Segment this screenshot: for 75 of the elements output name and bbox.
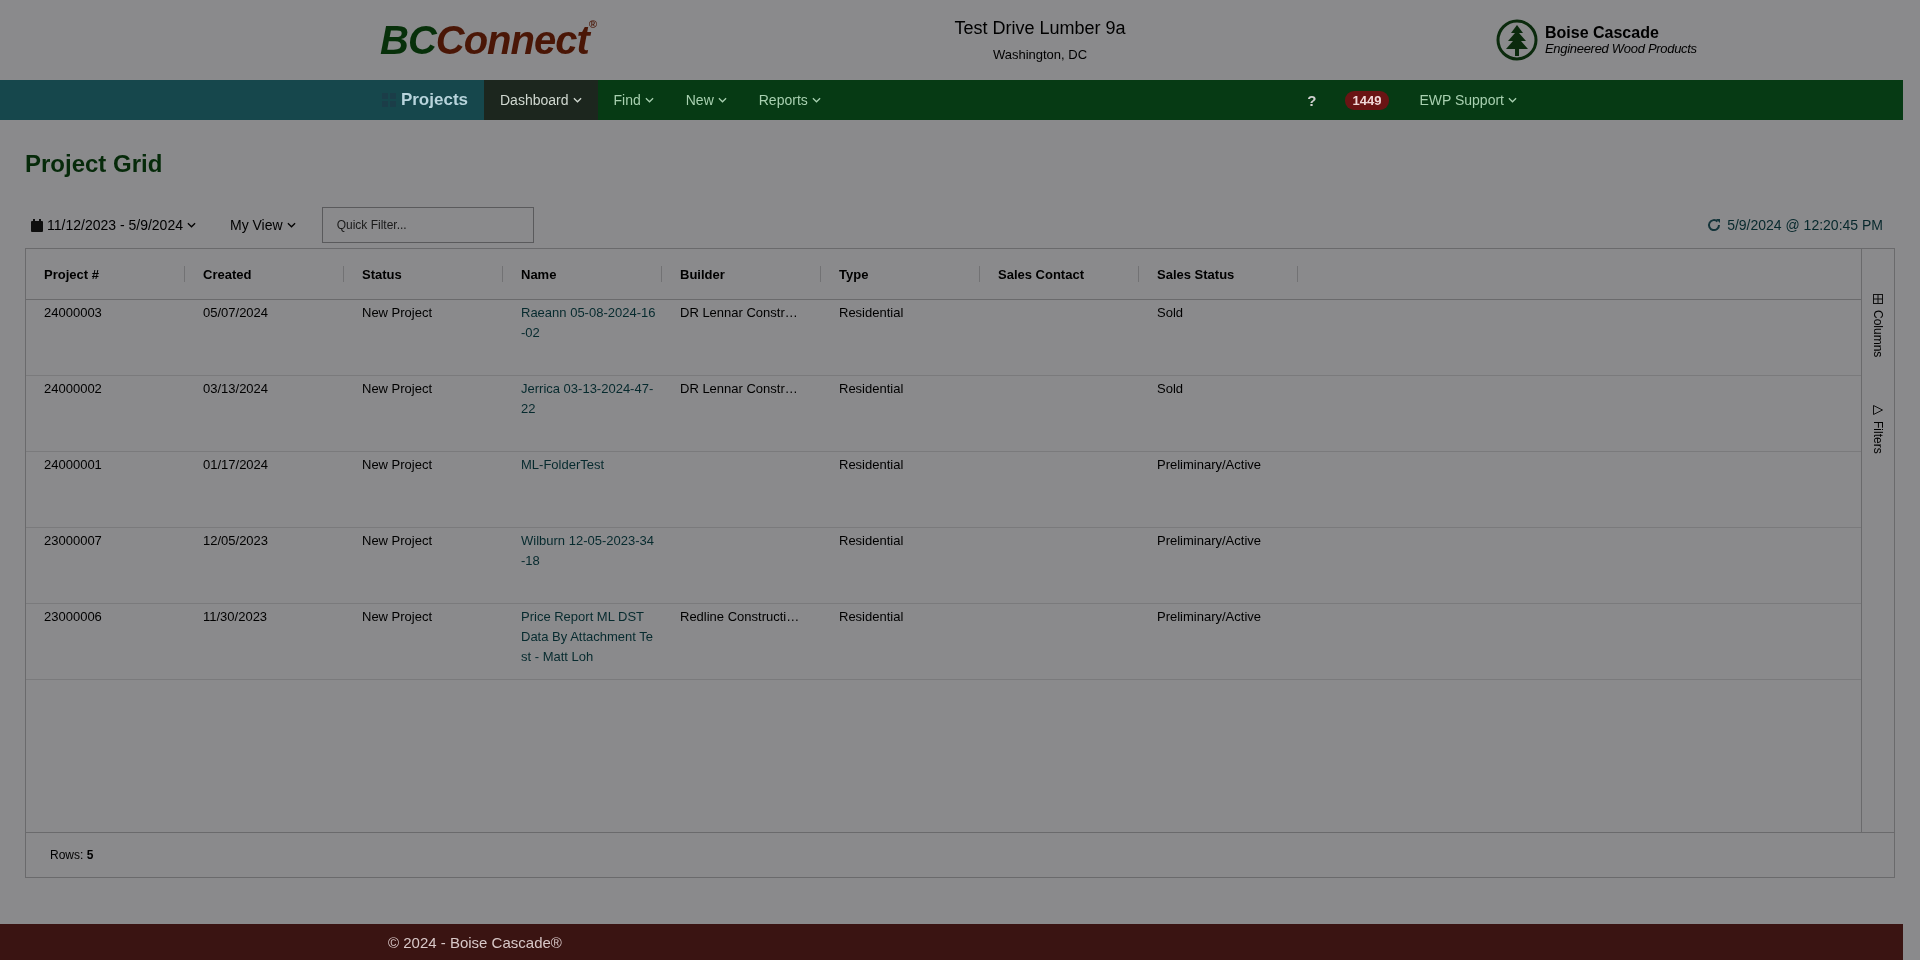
table-cell-text: New Project xyxy=(361,304,434,322)
nav-menu-item[interactable]: Dashboard xyxy=(484,80,598,120)
project-name-link[interactable]: Price Report ML DST Data By Attachment Test - Matt Loh xyxy=(503,604,662,667)
company-location: Washington, DC xyxy=(992,47,1088,62)
column-header[interactable]: Name xyxy=(503,266,662,282)
table-cell-text: Sold xyxy=(1156,380,1185,398)
table-cell-text: Preliminary/Active xyxy=(1156,608,1263,626)
table-cell-text: 01/17/2024 xyxy=(202,456,270,474)
brand-name: Boise Cascade xyxy=(1545,24,1660,42)
table-cell-text: 24000001 xyxy=(43,456,103,474)
table-cell-text: New Project xyxy=(361,456,434,474)
table-cell-text: 03/13/2024 xyxy=(202,380,270,398)
notification-count[interactable]: 1449 xyxy=(1344,90,1390,110)
caret-icon xyxy=(717,97,727,103)
columns-icon xyxy=(1873,294,1883,304)
tree-logo-icon xyxy=(1495,18,1539,62)
user-menu[interactable]: EWP Support xyxy=(1413,80,1523,120)
table-cell-text: Residential xyxy=(838,304,905,322)
table-cell-text: 05/07/2024 xyxy=(202,304,270,322)
table-cell-text: 23000007 xyxy=(43,532,103,550)
nav-menu-item[interactable]: Find xyxy=(597,80,670,120)
project-name-link[interactable]: ML-FolderTest xyxy=(503,452,662,475)
caret-icon xyxy=(1508,97,1517,103)
side-panel-tab[interactable]: Columns xyxy=(1871,294,1885,358)
project-name-link[interactable]: Wilburn 12-05-2023-34-18 xyxy=(503,528,662,571)
caret-icon xyxy=(811,97,821,103)
view-selector[interactable]: My View xyxy=(223,216,302,234)
help-link[interactable]: ? xyxy=(1307,91,1317,109)
quick-filter-field[interactable]: Quick Filter... xyxy=(321,207,534,243)
column-header[interactable]: Sales Contact xyxy=(980,266,1139,282)
table-cell-text: 23000006 xyxy=(43,608,103,626)
chevron-down-icon xyxy=(186,222,196,228)
column-header[interactable]: Builder xyxy=(662,266,821,282)
table-cell-text: Residential xyxy=(838,608,905,626)
company-name: Test Drive Lumber 9a xyxy=(954,18,1126,39)
brand-tagline: Engineered Wood Products xyxy=(1545,41,1697,56)
refresh-icon[interactable] xyxy=(1707,218,1722,232)
table-cell-text: Preliminary/Active xyxy=(1156,456,1263,474)
caret-icon xyxy=(572,97,582,103)
table-cell-text: 11/30/2023 xyxy=(202,608,269,626)
date-range-picker[interactable]: 11/12/2023 - 5/9/2024 xyxy=(25,217,204,233)
nav-menu-item[interactable]: New xyxy=(669,80,743,120)
column-header[interactable]: Created xyxy=(185,266,344,282)
calendar-icon xyxy=(31,218,43,232)
column-header[interactable]: Status xyxy=(344,266,503,282)
table-cell-text: Residential xyxy=(838,380,905,398)
filter-icon xyxy=(1873,405,1883,416)
projects-home-link[interactable]: Projects xyxy=(0,80,484,120)
row-count: Rows: 5 xyxy=(50,848,94,862)
table-cell-text: Preliminary/Active xyxy=(1156,532,1263,550)
table-cell-text: 24000002 xyxy=(43,380,103,398)
table-cell-text: DR Lennar Constr… xyxy=(679,304,799,322)
nav-menu-item[interactable]: Reports xyxy=(742,80,837,120)
bcconnect-logo: BCConnect® xyxy=(380,17,598,63)
table-cell-text: New Project xyxy=(361,380,434,398)
table-cell-text: Redline Constructi… xyxy=(679,608,801,626)
last-refreshed-time: 5/9/2024 @ 12:20:45 PM xyxy=(1727,217,1883,233)
copyright-text: © 2024 - Boise Cascade® xyxy=(388,933,562,951)
table-cell-text: Sold xyxy=(1156,304,1185,322)
caret-icon xyxy=(644,97,654,103)
table-cell-text: New Project xyxy=(361,608,434,626)
table-cell-text: 12/05/2023 xyxy=(202,532,270,550)
table-cell-text: Residential xyxy=(838,532,905,550)
table-cell-text: DR Lennar Constr… xyxy=(679,380,799,398)
table-cell-text: 24000003 xyxy=(43,304,103,322)
table-cell-text: New Project xyxy=(361,532,434,550)
project-name-link[interactable]: Raeann 05-08-2024-16-02 xyxy=(503,300,662,343)
page-title: Project Grid xyxy=(25,150,164,179)
column-header[interactable]: Type xyxy=(821,266,980,282)
side-panel-tab[interactable]: Filters xyxy=(1871,405,1885,455)
chevron-down-icon xyxy=(286,222,296,228)
table-cell-text: Residential xyxy=(838,456,905,474)
project-name-link[interactable]: Jerrica 03-13-2024-47-22 xyxy=(503,376,662,419)
column-header[interactable]: Sales Status xyxy=(1139,266,1298,282)
column-header[interactable]: Project # xyxy=(26,266,185,282)
